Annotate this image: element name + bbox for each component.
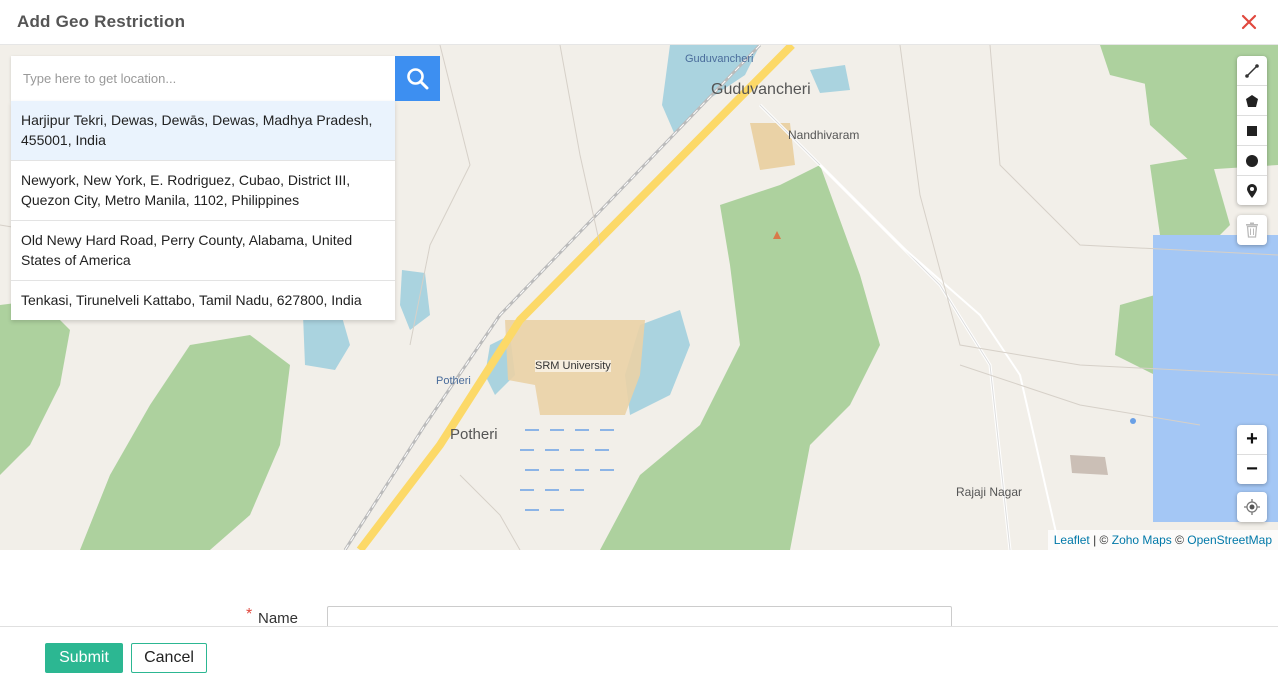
result-item[interactable]: Newyork, New York, E. Rodriguez, Cubao, … (11, 161, 395, 221)
name-label: Name (258, 610, 299, 627)
zoho-maps-link[interactable]: Zoho Maps (1112, 533, 1172, 547)
map-label: Rajaji Nagar (956, 485, 1023, 499)
draw-toolbar (1237, 56, 1267, 205)
search-button[interactable] (395, 56, 440, 101)
zoom-in-button[interactable]: + (1237, 425, 1267, 455)
polygon-icon[interactable] (1237, 86, 1267, 116)
map-label: Guduvancheri (711, 81, 811, 98)
result-item[interactable]: Tenkasi, Tirunelveli Kattabo, Tamil Nadu… (11, 281, 395, 320)
search-icon (407, 68, 429, 90)
search-results: Harjipur Tekri, Dewas, Dewās, Dewas, Mad… (11, 101, 395, 320)
map-label: Nandhivaram (788, 128, 860, 142)
result-item[interactable]: Old Newy Hard Road, Perry County, Alabam… (11, 221, 395, 281)
circle-icon[interactable] (1237, 146, 1267, 176)
map-label: Potheri (450, 426, 498, 443)
zoom-control: + − (1237, 425, 1267, 484)
map-attribution: Leaflet | © Zoho Maps © OpenStreetMap (1047, 530, 1278, 550)
required-mark: * (246, 606, 253, 623)
location-search-input[interactable] (11, 56, 395, 100)
marker-icon[interactable] (1237, 176, 1267, 205)
attribution-sep: | © (1089, 533, 1112, 547)
map-label: Guduvancheri (685, 53, 754, 65)
trash-icon[interactable] (1237, 215, 1267, 245)
locate-icon[interactable] (1237, 492, 1267, 522)
submit-button[interactable]: Submit (45, 643, 123, 673)
polyline-icon[interactable] (1237, 56, 1267, 86)
zoom-out-button[interactable]: − (1237, 455, 1267, 484)
attribution-sep: © (1171, 533, 1188, 547)
dialog-title: Add Geo Restriction (17, 12, 186, 31)
dialog-header: Add Geo Restriction (0, 0, 1278, 45)
cancel-button[interactable]: Cancel (131, 643, 207, 673)
result-item[interactable]: Harjipur Tekri, Dewas, Dewās, Dewas, Mad… (11, 101, 395, 161)
location-search (11, 56, 395, 101)
osm-link[interactable]: OpenStreetMap (1187, 533, 1272, 547)
leaflet-link[interactable]: Leaflet (1054, 533, 1090, 547)
close-icon[interactable] (1240, 13, 1258, 31)
map-label: SRM University (535, 360, 611, 372)
rectangle-icon[interactable] (1237, 116, 1267, 146)
map-label: Potheri (436, 375, 471, 387)
